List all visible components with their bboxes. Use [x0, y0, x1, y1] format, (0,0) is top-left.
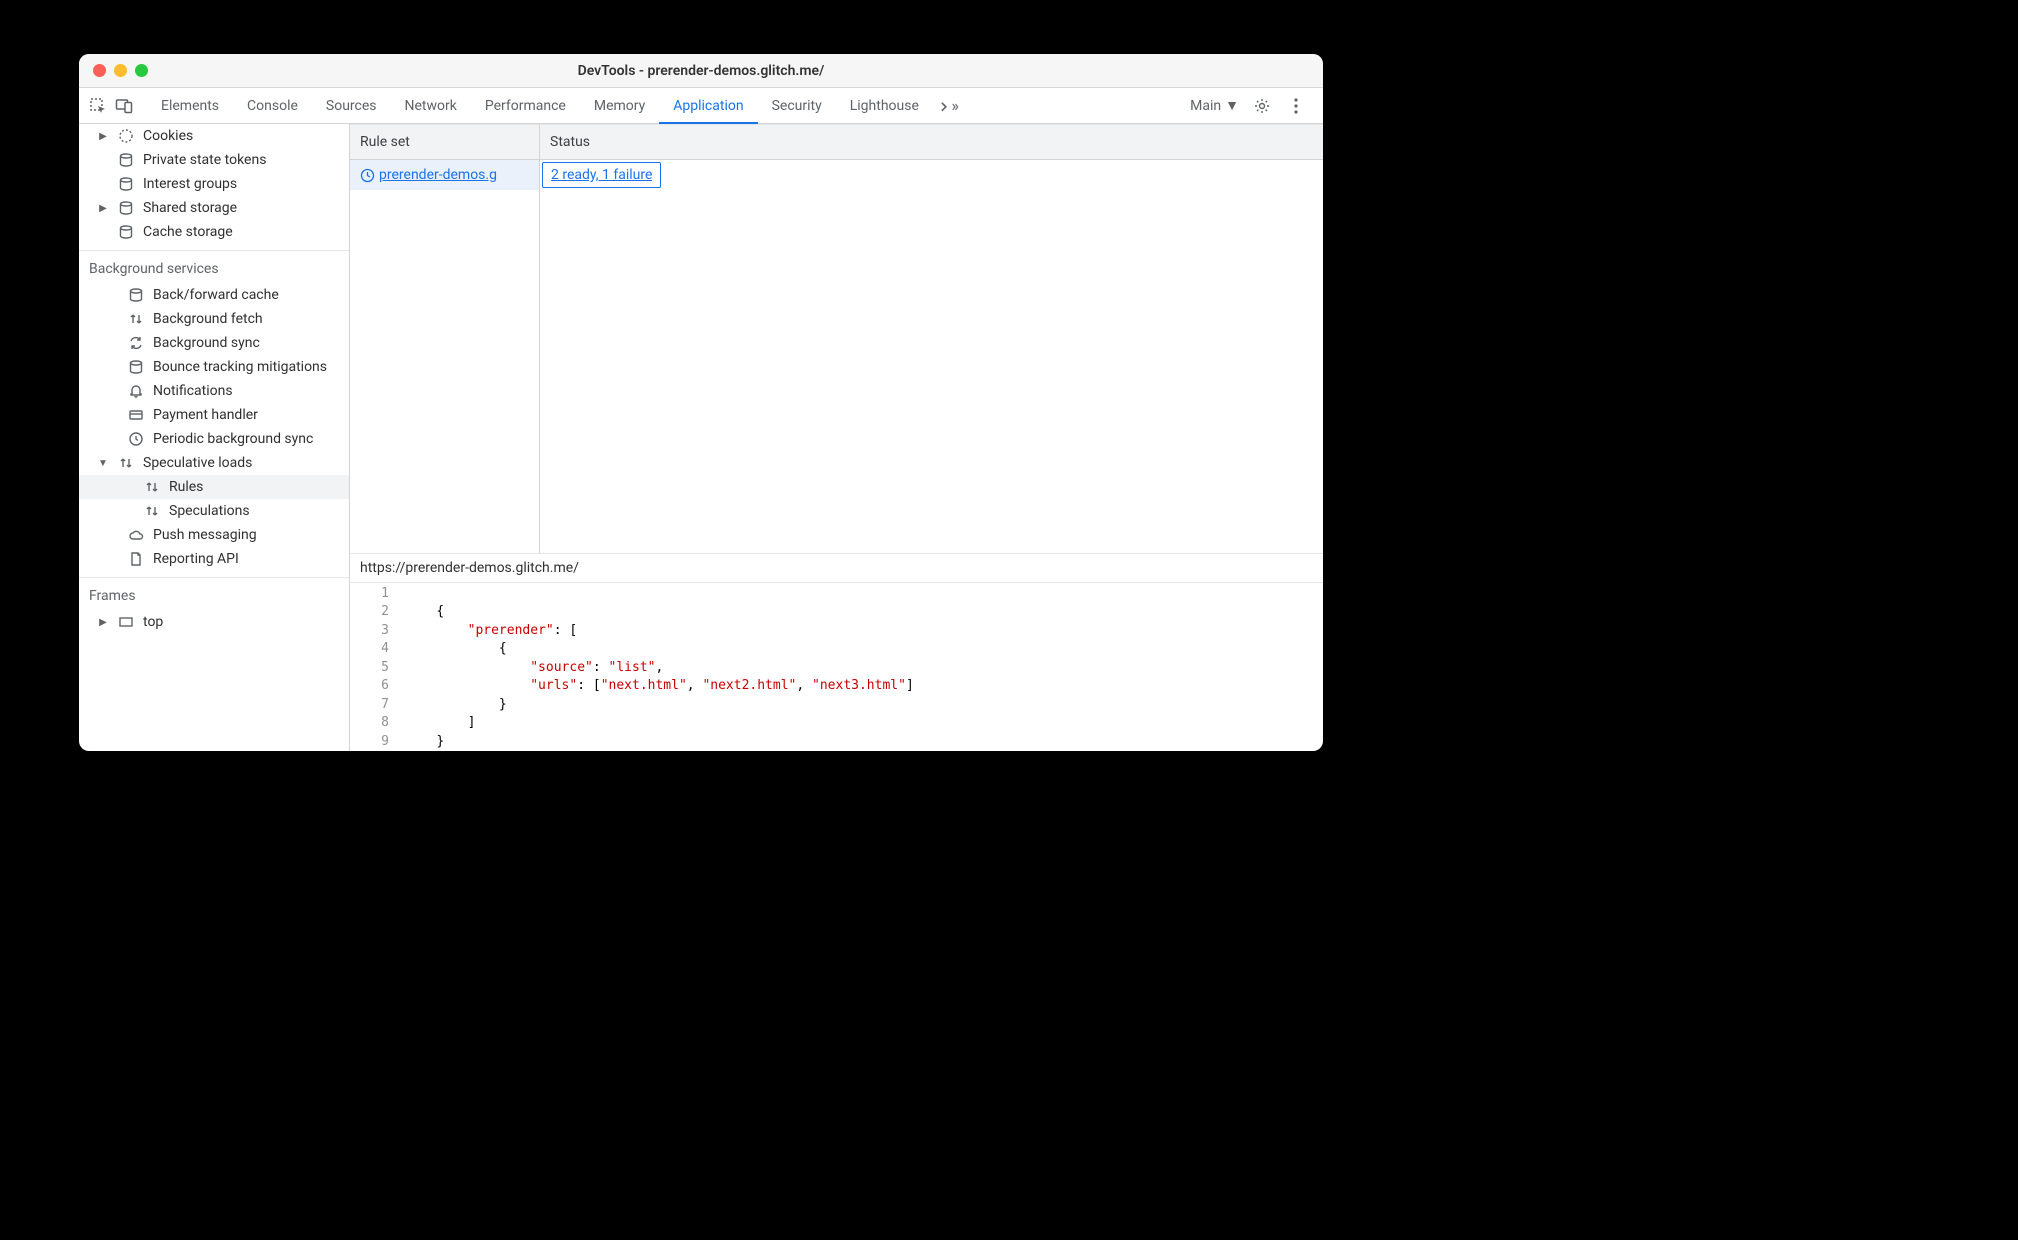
header-status: Status: [540, 125, 1323, 159]
tab-application[interactable]: Application: [659, 89, 757, 124]
frames-item-top[interactable]: ▶ top: [79, 610, 349, 634]
bg-item-reporting-api[interactable]: Reporting API: [79, 547, 349, 571]
settings-icon[interactable]: [1251, 95, 1273, 117]
storage-item-cache-storage[interactable]: Cache storage: [79, 220, 349, 244]
context-label: Main: [1190, 98, 1221, 114]
db-icon: [127, 286, 145, 304]
window-title: DevTools - prerender-demos.glitch.me/: [79, 63, 1323, 79]
cloud-icon: [127, 526, 145, 544]
minimize-icon[interactable]: [114, 64, 127, 77]
db-icon: [117, 223, 135, 241]
inspect-icon[interactable]: [87, 95, 109, 117]
kebab-menu-icon[interactable]: [1285, 95, 1307, 117]
ud-icon: [143, 502, 161, 520]
tab-lighthouse[interactable]: Lighthouse: [836, 88, 933, 123]
application-sidebar: ▶ Cookies Private state tokens Interest gro…: [79, 124, 350, 751]
detail-url: https://prerender-demos.glitch.me/: [350, 554, 1323, 583]
bg-item-speculations[interactable]: Speculations: [79, 499, 349, 523]
section-background-services: Background services: [79, 251, 349, 283]
context-selector[interactable]: Main ▼: [1190, 97, 1239, 114]
storage-item-shared-storage[interactable]: ▶ Shared storage: [79, 196, 349, 220]
frame-icon: [117, 613, 135, 631]
status-link[interactable]: 2 ready, 1 failure: [551, 167, 652, 183]
sidebar-item-label: Push messaging: [153, 527, 257, 543]
bg-item-rules[interactable]: Rules: [79, 475, 349, 499]
storage-item-interest-groups[interactable]: Interest groups: [79, 172, 349, 196]
window-controls: [93, 64, 148, 77]
sidebar-item-label: Notifications: [153, 383, 233, 399]
sidebar-item-label: Private state tokens: [143, 152, 266, 168]
panel-tabs: Elements Console Sources Network Perform…: [147, 88, 1186, 123]
tab-security[interactable]: Security: [758, 88, 836, 123]
storage-item-cookies[interactable]: ▶ Cookies: [79, 124, 349, 148]
close-icon[interactable]: [93, 64, 106, 77]
doc-icon: [127, 550, 145, 568]
ud-icon: [117, 454, 135, 472]
sidebar-item-label: Background sync: [153, 335, 260, 351]
sidebar-item-label: top: [143, 614, 163, 630]
expand-arrow-icon: ▶: [97, 617, 109, 628]
expand-arrow-icon: ▼: [97, 458, 109, 469]
bg-item-speculative-loads[interactable]: ▼ Speculative loads: [79, 451, 349, 475]
sidebar-item-label: Cache storage: [143, 224, 233, 240]
code-viewer: 123456789 { "prerender": [ { "source": "…: [350, 583, 1323, 752]
chevron-down-icon: ▼: [1225, 97, 1239, 114]
sidebar-item-label: Speculative loads: [143, 455, 252, 471]
main-content: Rule set Status prerender-demos.g 2 read…: [350, 124, 1323, 751]
storage-item-private-state-tokens[interactable]: Private state tokens: [79, 148, 349, 172]
clock-icon: [360, 168, 375, 183]
sidebar-item-label: Bounce tracking mitigations: [153, 359, 327, 375]
more-tabs-icon[interactable]: »: [937, 95, 959, 117]
sidebar-item-label: Speculations: [169, 503, 250, 519]
bg-item-bounce-tracking-mitigations[interactable]: Bounce tracking mitigations: [79, 355, 349, 379]
db-icon: [117, 199, 135, 217]
card-icon: [127, 406, 145, 424]
sync-icon: [127, 334, 145, 352]
cookie-icon: [117, 127, 135, 145]
rules-table-header: Rule set Status: [350, 124, 1323, 160]
sidebar-item-label: Back/forward cache: [153, 287, 279, 303]
ruleset-link[interactable]: prerender-demos.g: [379, 167, 497, 183]
sidebar-item-label: Shared storage: [143, 200, 237, 216]
header-ruleset: Rule set: [350, 125, 540, 159]
sidebar-item-label: Rules: [169, 479, 203, 495]
bg-item-payment-handler[interactable]: Payment handler: [79, 403, 349, 427]
toolbar: Elements Console Sources Network Perform…: [79, 88, 1323, 124]
ud-icon: [143, 478, 161, 496]
db-icon: [117, 175, 135, 193]
tab-memory[interactable]: Memory: [580, 88, 659, 123]
table-row[interactable]: prerender-demos.g 2 ready, 1 failure: [350, 160, 1323, 190]
sidebar-item-label: Reporting API: [153, 551, 239, 567]
tab-performance[interactable]: Performance: [471, 88, 580, 123]
bg-item-background-fetch[interactable]: Background fetch: [79, 307, 349, 331]
tab-network[interactable]: Network: [391, 88, 471, 123]
bg-item-back-forward-cache[interactable]: Back/forward cache: [79, 283, 349, 307]
clock-icon: [127, 430, 145, 448]
section-frames: Frames: [79, 578, 349, 610]
db-icon: [117, 151, 135, 169]
db-icon: [127, 358, 145, 376]
devtools-window: DevTools - prerender-demos.glitch.me/ El…: [79, 54, 1323, 751]
tab-console[interactable]: Console: [233, 88, 312, 123]
bg-item-notifications[interactable]: Notifications: [79, 379, 349, 403]
sidebar-item-label: Interest groups: [143, 176, 237, 192]
device-toggle-icon[interactable]: [113, 95, 135, 117]
ud-icon: [127, 310, 145, 328]
sidebar-item-label: Background fetch: [153, 311, 263, 327]
bg-item-push-messaging[interactable]: Push messaging: [79, 523, 349, 547]
zoom-icon[interactable]: [135, 64, 148, 77]
tab-sources[interactable]: Sources: [312, 88, 391, 123]
titlebar: DevTools - prerender-demos.glitch.me/: [79, 54, 1323, 88]
bg-item-background-sync[interactable]: Background sync: [79, 331, 349, 355]
bell-icon: [127, 382, 145, 400]
bg-item-periodic-background-sync[interactable]: Periodic background sync: [79, 427, 349, 451]
sidebar-item-label: Payment handler: [153, 407, 258, 423]
sidebar-item-label: Cookies: [143, 128, 193, 144]
tab-elements[interactable]: Elements: [147, 88, 233, 123]
sidebar-item-label: Periodic background sync: [153, 431, 313, 447]
expand-arrow-icon: ▶: [97, 131, 109, 142]
expand-arrow-icon: ▶: [97, 203, 109, 214]
